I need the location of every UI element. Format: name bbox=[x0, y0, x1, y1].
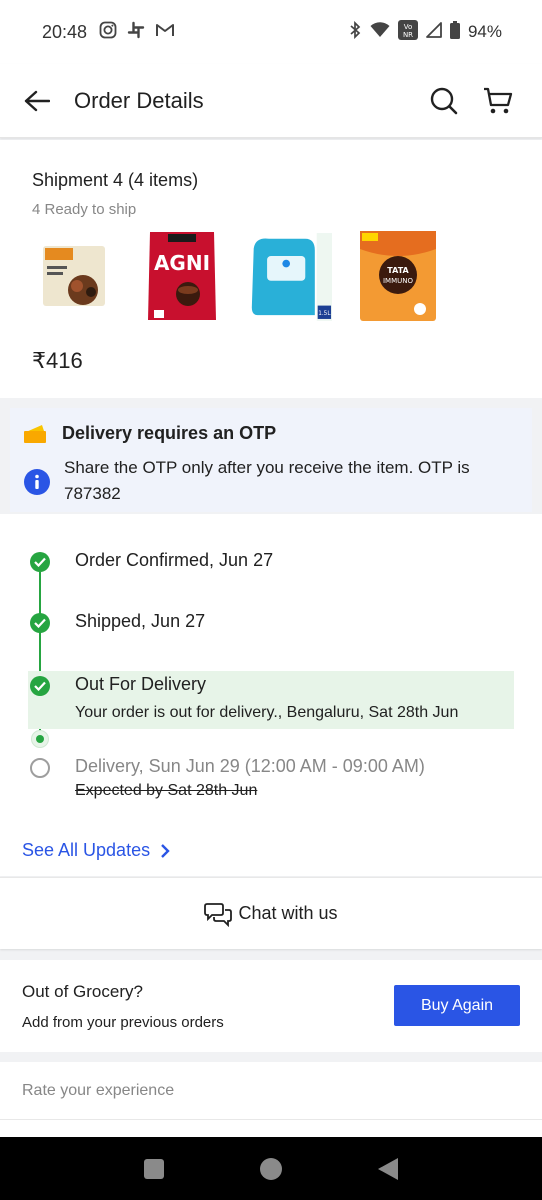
product-image-garam-masala[interactable] bbox=[32, 230, 116, 322]
battery-percentage: 94% bbox=[467, 22, 502, 41]
check-icon bbox=[30, 552, 50, 572]
product-image-handwash[interactable]: 1.5L bbox=[248, 230, 332, 322]
chat-with-us-button[interactable]: Chat with us bbox=[0, 877, 542, 949]
check-icon bbox=[30, 676, 50, 696]
recents-icon[interactable] bbox=[144, 1158, 164, 1179]
otp-wallet-icon bbox=[24, 422, 48, 449]
chevron-right-icon bbox=[161, 843, 170, 858]
shipment-subtitle: 4 Ready to ship bbox=[32, 201, 137, 218]
svg-text:1.5L: 1.5L bbox=[318, 311, 331, 317]
wifi-icon bbox=[370, 21, 390, 43]
product-thumbnails: AGNI 1.5L TATA IMMUNO bbox=[32, 230, 542, 322]
rate-label: Rate your experience bbox=[22, 1082, 175, 1099]
order-tracker: Order Confirmed, Jun 27 Shipped, Jun 27 … bbox=[0, 514, 542, 876]
cart-button[interactable] bbox=[480, 83, 516, 119]
home-icon[interactable] bbox=[260, 1157, 282, 1180]
status-time: 20:48 bbox=[42, 21, 88, 42]
otp-message: Share the OTP only after you receive the… bbox=[64, 458, 470, 503]
info-icon bbox=[24, 469, 50, 500]
battery-icon bbox=[449, 20, 460, 44]
svg-text:AGNI: AGNI bbox=[154, 251, 210, 275]
next-section-edge bbox=[0, 1120, 542, 1137]
chat-bubbles-icon bbox=[204, 902, 233, 927]
otp-notice: Delivery requires an OTP Share the OTP o… bbox=[10, 408, 532, 512]
step-detail-strikethrough: Expected by Sat 28th Jun bbox=[75, 782, 258, 799]
cart-icon bbox=[484, 87, 513, 113]
step-label: Order Confirmed, Jun 27 bbox=[75, 550, 274, 570]
step-label: Out For Delivery bbox=[75, 674, 207, 694]
shipment-title: Shipment 4 (4 items) bbox=[32, 170, 199, 190]
instagram-icon bbox=[99, 21, 117, 44]
product-image-tata-salt[interactable]: TATA IMMUNO bbox=[356, 230, 440, 322]
status-bar: 20:48 Vo NR 94% bbox=[0, 0, 542, 64]
see-all-updates-link[interactable]: See All Updates bbox=[22, 840, 170, 861]
back-button[interactable] bbox=[0, 64, 74, 138]
svg-text:NR: NR bbox=[403, 31, 413, 39]
pending-circle-icon bbox=[30, 758, 50, 778]
app-header: Order Details bbox=[0, 64, 542, 138]
see-all-label: See All Updates bbox=[22, 840, 151, 860]
slack-icon bbox=[127, 21, 145, 44]
rate-experience[interactable]: Rate your experience bbox=[0, 1062, 542, 1120]
status-notification-icons bbox=[99, 21, 175, 44]
gmail-icon bbox=[155, 22, 175, 43]
status-system-icons: Vo NR 94% bbox=[348, 19, 502, 45]
search-button[interactable] bbox=[426, 83, 462, 119]
svg-text:IMMUNO: IMMUNO bbox=[383, 277, 414, 285]
progress-dot-icon bbox=[31, 730, 49, 748]
buy-again-card: Out of Grocery? Add from your previous o… bbox=[0, 960, 542, 1052]
step-detail: Your order is out for delivery., Bengalu… bbox=[75, 704, 459, 721]
step-label: Delivery, Sun Jun 29 (12:00 AM - 09:00 A… bbox=[75, 756, 425, 776]
svg-text:Vo: Vo bbox=[404, 23, 413, 31]
shipment-card: Shipment 4 (4 items) 4 Ready to ship AGN… bbox=[0, 140, 542, 398]
search-icon bbox=[430, 87, 458, 114]
volte-icon: Vo NR bbox=[397, 19, 418, 45]
product-image-agni-tea[interactable]: AGNI bbox=[140, 230, 224, 322]
chat-label: Chat with us bbox=[238, 903, 338, 923]
check-icon bbox=[30, 613, 50, 633]
shipment-price: ₹416 bbox=[32, 348, 83, 373]
otp-heading: Delivery requires an OTP bbox=[62, 423, 277, 443]
back-nav-icon[interactable] bbox=[378, 1157, 398, 1180]
system-nav-bar bbox=[0, 1137, 542, 1200]
back-arrow-icon bbox=[24, 90, 50, 111]
svg-text:TATA: TATA bbox=[387, 266, 409, 275]
page-title: Order Details bbox=[74, 87, 204, 113]
buy-again-button[interactable]: Buy Again bbox=[394, 985, 520, 1026]
signal-icon bbox=[426, 21, 442, 43]
step-label: Shipped, Jun 27 bbox=[75, 611, 206, 631]
bluetooth-icon bbox=[348, 20, 362, 44]
